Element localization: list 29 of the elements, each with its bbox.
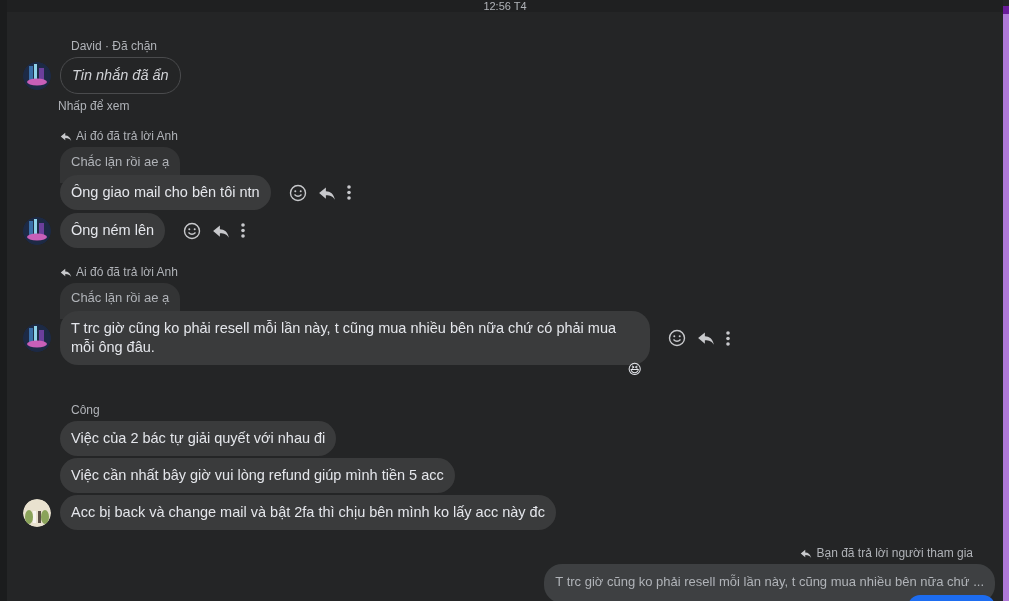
message-bubble: Việc cần nhất bây giờ vui lòng refund giúp mình tiền 5 acc bbox=[60, 458, 455, 493]
more-icon[interactable] bbox=[241, 223, 246, 238]
reply-icon bbox=[60, 266, 72, 278]
emoji-icon[interactable] bbox=[668, 329, 686, 347]
message-bubble: Việc của 2 bác tự giải quyết với nhau đi bbox=[60, 421, 337, 456]
hidden-message[interactable]: Tin nhắn đã ẩn bbox=[60, 57, 181, 94]
avatar[interactable] bbox=[23, 61, 51, 90]
reply-label: Bạn đã trả lời người tham gia bbox=[816, 546, 973, 560]
more-icon[interactable] bbox=[726, 330, 730, 346]
message-bubble: Ông ném lên bbox=[60, 213, 166, 248]
avatar[interactable] bbox=[23, 324, 51, 352]
avatar[interactable] bbox=[23, 216, 51, 245]
message-bubble: Ông giao mail cho bên tôi ntn bbox=[60, 175, 271, 210]
quoted-message: T trc giờ cũng ko phải resell mỗi lần này, t cũng mua nhiều bên nữa chứ ... bbox=[544, 564, 995, 601]
emoji-icon[interactable] bbox=[183, 221, 202, 240]
timestamp: 12:56 T4 bbox=[483, 0, 527, 12]
sender-name: Công bbox=[71, 403, 101, 417]
reply-icon bbox=[800, 547, 813, 559]
sender-name: David · Đã chặn bbox=[71, 39, 159, 53]
reply-icon bbox=[60, 130, 72, 142]
scrollbar[interactable] bbox=[1003, 6, 1009, 601]
message-bubble: Acc bị back và change mail và bật 2fa thì chịu bên mình ko lấy acc này đc bbox=[60, 495, 556, 530]
more-icon[interactable] bbox=[346, 185, 351, 200]
emoji-icon[interactable] bbox=[288, 183, 307, 202]
reply-label: Ai đó đã trả lời Anh bbox=[76, 129, 178, 143]
reply-label: Ai đó đã trả lời Anh bbox=[76, 265, 178, 279]
avatar[interactable] bbox=[23, 498, 51, 527]
reveal-link[interactable]: Nhấp để xem bbox=[58, 99, 130, 113]
reply-icon[interactable] bbox=[697, 330, 715, 346]
